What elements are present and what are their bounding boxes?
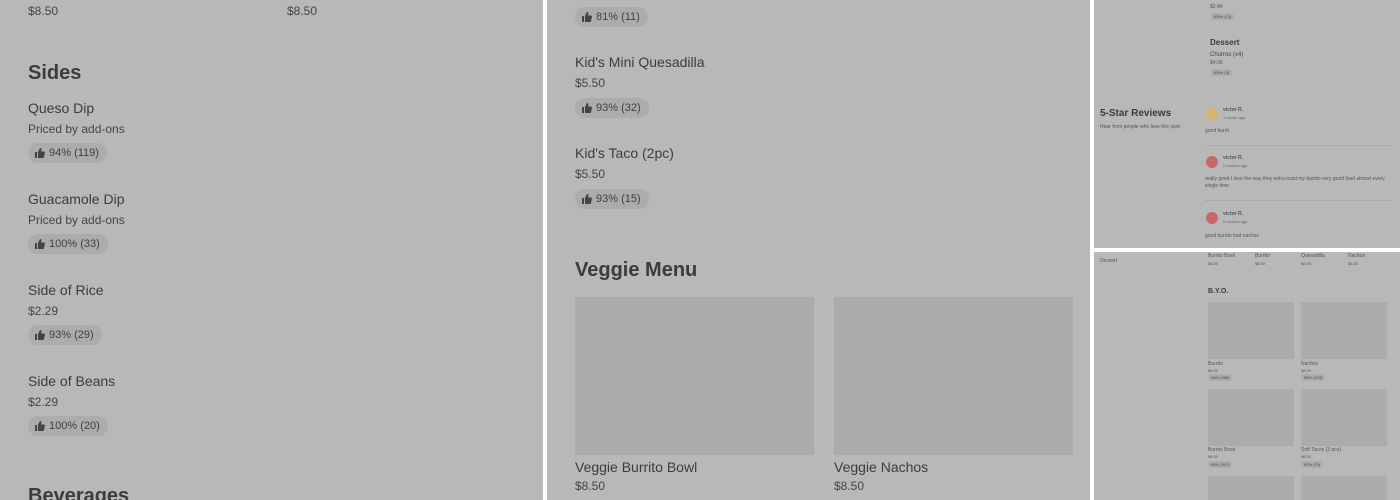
item-name: Burrito Bowl xyxy=(1208,447,1235,453)
menu-panel-byo: Dessert Burrito Bowl $8.50 Burrito $8.50… xyxy=(1094,252,1400,500)
review-time: 6 months ago xyxy=(1223,219,1248,224)
review-text: single time xyxy=(1205,183,1229,189)
item-price: $8.50 xyxy=(287,4,318,18)
rating-badge: 92% (70) xyxy=(1301,461,1324,468)
rating-badge: 94% (119) xyxy=(28,143,107,163)
avatar xyxy=(1206,108,1218,120)
item-name: Nachos xyxy=(1301,361,1318,367)
section-title-byo: B.Y.O. xyxy=(1208,288,1229,295)
rating-badge: 100% (3) xyxy=(1210,69,1233,76)
item-price: $8.50 xyxy=(1301,261,1312,266)
item-name: Burrito xyxy=(1208,361,1223,367)
reviews-title: 5-Star Reviews xyxy=(1100,108,1172,119)
rating-badge: 98% (389) xyxy=(1208,374,1233,381)
sidebar-item-dessert[interactable]: Dessert xyxy=(1100,258,1117,264)
section-title-dessert: Dessert xyxy=(1210,38,1240,47)
item-price: $8.50 xyxy=(28,4,59,18)
item-name: Quesadilla xyxy=(1301,253,1325,259)
item-price: $8.50 xyxy=(1301,368,1312,373)
item-name: Kid's Mini Quesadilla xyxy=(575,54,705,70)
item-price: $5.50 xyxy=(575,167,606,181)
item-name: Side of Rice xyxy=(28,282,104,298)
item-name: Soft Tacos (3 pcs) xyxy=(1301,447,1341,453)
item-price: $5.50 xyxy=(575,76,606,90)
review-author: victor R. xyxy=(1223,155,1244,161)
thumbs-up-icon xyxy=(35,239,45,249)
item-price: $2.29 xyxy=(28,304,59,318)
item-name: Nachos xyxy=(1348,253,1365,259)
item-price: Priced by add-ons xyxy=(28,122,125,136)
review-time: 1 month ago xyxy=(1223,115,1246,120)
item-name: Veggie Burrito Bowl xyxy=(575,459,698,475)
review-time: 2 months ago xyxy=(1223,163,1248,168)
item-price: $8.50 xyxy=(1255,261,1266,266)
rating-badge: 93% (32) xyxy=(575,98,649,118)
item-price: $2.29 xyxy=(28,395,59,409)
thumbs-up-icon xyxy=(582,194,592,204)
review-text: good burrit xyxy=(1205,128,1229,134)
reviews-subtitle: Hear from people who love this spot xyxy=(1100,124,1180,130)
rating-badge: 93% (15) xyxy=(575,189,649,209)
rating-badge: 100% (20) xyxy=(28,416,108,436)
avatar xyxy=(1206,212,1218,224)
rating-badge: 81% (11) xyxy=(575,7,648,27)
rating-badge: 93% (29) xyxy=(28,325,102,345)
item-price: $2.49 xyxy=(1210,4,1223,10)
review-author: victor R. xyxy=(1223,107,1244,113)
item-image-placeholder xyxy=(1208,389,1294,446)
item-image-placeholder xyxy=(1208,302,1294,359)
rating-badge: 100% (13) xyxy=(1210,13,1235,20)
item-price: $8.50 xyxy=(1208,454,1219,459)
item-name: Queso Dip xyxy=(28,100,95,116)
review-text: good burrito bad nachos xyxy=(1205,233,1259,239)
item-image-placeholder xyxy=(834,297,1073,455)
item-price: $4.00 xyxy=(1210,60,1223,66)
rating-badge: 100% (33) xyxy=(28,234,108,254)
thumbs-up-icon xyxy=(35,148,45,158)
thumbs-up-icon xyxy=(582,103,592,113)
item-name: Veggie Nachos xyxy=(834,459,929,475)
item-price: $8.50 xyxy=(834,479,865,493)
review-author: victor R. xyxy=(1223,211,1244,217)
item-name: Churros (x4) xyxy=(1210,52,1244,58)
item-name: Guacamole Dip xyxy=(28,191,125,207)
review-text: really good I love the way they extra to… xyxy=(1205,176,1385,182)
thumbs-up-icon xyxy=(582,12,592,22)
item-price: $8.50 xyxy=(1208,261,1219,266)
item-price: $8.50 xyxy=(575,479,606,493)
item-image-placeholder xyxy=(1301,389,1387,446)
item-image-placeholder[interactable] xyxy=(1301,476,1387,500)
menu-panel-reviews: $2.49 100% (13) Dessert Churros (x4) $4.… xyxy=(1094,0,1400,248)
thumbs-up-icon xyxy=(35,330,45,340)
item-image-placeholder xyxy=(575,297,814,455)
item-price: Priced by add-ons xyxy=(28,213,125,227)
menu-panel-kids-veggie: 81% (11) Kid's Mini Quesadilla $5.50 93%… xyxy=(547,0,1090,500)
rating-badge: 95% (103) xyxy=(1301,374,1326,381)
item-name: Kid's Taco (2pc) xyxy=(575,145,674,161)
section-title-beverages: Beverages xyxy=(28,485,130,500)
item-price: $8.50 xyxy=(1301,454,1312,459)
section-title-veggie-menu: Veggie Menu xyxy=(575,259,698,281)
avatar xyxy=(1206,156,1218,168)
item-name: Burrito Bowl xyxy=(1208,253,1235,259)
divider xyxy=(1205,145,1393,146)
divider xyxy=(1205,200,1393,201)
item-price: $8.50 xyxy=(1208,368,1219,373)
item-price: $8.50 xyxy=(1348,261,1359,266)
item-image-placeholder xyxy=(1301,302,1387,359)
section-title-sides: Sides xyxy=(28,62,82,84)
item-name: Burrito xyxy=(1255,253,1270,259)
rating-badge: 95% (207) xyxy=(1208,461,1233,468)
item-name: Side of Beans xyxy=(28,373,116,389)
menu-panel-sides: $8.50 $8.50 Sides Queso Dip Priced by ad… xyxy=(0,0,543,500)
item-image-placeholder[interactable] xyxy=(1208,476,1294,500)
thumbs-up-icon xyxy=(35,421,45,431)
